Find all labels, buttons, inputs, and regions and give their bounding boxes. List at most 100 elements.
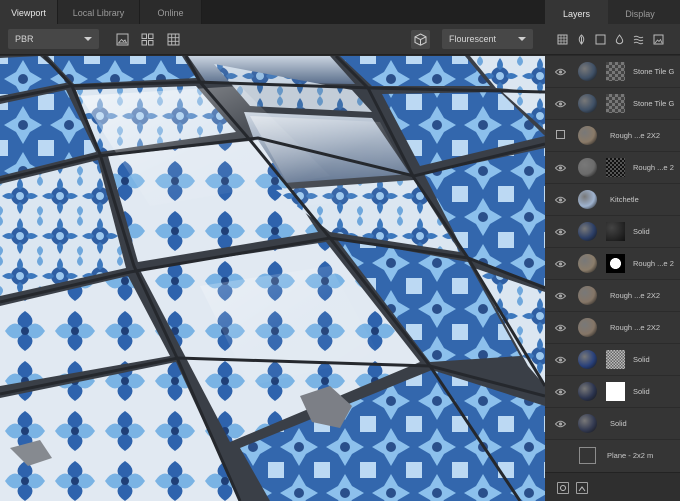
layer-name: Kitchetle — [610, 195, 639, 204]
layer-material-thumbnail — [578, 222, 597, 241]
visibility-toggle[interactable] — [555, 355, 566, 365]
eye-icon — [555, 228, 566, 236]
visibility-toggle[interactable] — [555, 387, 566, 397]
layer-material-thumbnail — [578, 190, 597, 209]
layer-name: Solid — [633, 387, 650, 396]
eye-icon — [555, 324, 566, 332]
layer-name: Solid — [633, 227, 650, 236]
layer-material-thumbnail — [578, 286, 597, 305]
layers-footer — [545, 472, 680, 501]
visibility-toggle[interactable] — [555, 259, 566, 269]
environment-value: Flourescent — [449, 34, 497, 44]
eye-icon — [555, 196, 566, 204]
layer-row[interactable]: Stone Tile G — [545, 88, 680, 120]
layer-row[interactable]: Solid — [545, 408, 680, 440]
visibility-toggle[interactable] — [555, 163, 566, 173]
layer-mask-button[interactable] — [576, 482, 588, 494]
layer-row[interactable]: Solid — [545, 216, 680, 248]
eye-icon — [555, 100, 566, 108]
layer-row[interactable]: Rough ...e 2X2 — [545, 280, 680, 312]
plane-object-row[interactable]: Plane - 2x2 m — [545, 440, 680, 472]
cube-icon — [414, 33, 427, 46]
eye-icon — [555, 260, 566, 268]
add-texture-layer-button[interactable] — [557, 34, 568, 45]
tile-floor-render — [0, 56, 545, 501]
add-material-layer-button[interactable] — [576, 34, 587, 45]
layer-row[interactable]: Stone Tile G — [545, 56, 680, 88]
layer-name: Stone Tile G — [633, 99, 675, 108]
main-tab-bar: Viewport Local Library Online — [0, 0, 545, 24]
layer-mask-thumbnail[interactable] — [606, 158, 625, 177]
layer-mask-thumbnail[interactable] — [606, 94, 625, 113]
visibility-checkbox[interactable] — [556, 130, 565, 139]
tab-online[interactable]: Online — [140, 0, 202, 24]
layer-row[interactable]: Rough ...e 2 — [545, 248, 680, 280]
layer-mask-thumbnail[interactable] — [606, 62, 625, 81]
visibility-toggle[interactable] — [555, 227, 566, 237]
shading-mode-value: PBR — [15, 34, 34, 44]
layer-mask-thumbnail[interactable] — [606, 254, 625, 273]
waves-icon — [633, 35, 644, 45]
leaf-icon — [578, 34, 585, 45]
visibility-toggle[interactable] — [555, 419, 566, 429]
tab-display[interactable]: Display — [608, 0, 672, 24]
square-icon — [595, 34, 606, 45]
add-noise-layer-button[interactable] — [633, 34, 644, 45]
layer-material-thumbnail — [578, 62, 597, 81]
layer-material-thumbnail — [578, 318, 597, 337]
visibility-toggle[interactable] — [555, 323, 566, 333]
add-layer-button[interactable] — [557, 482, 569, 494]
environment-select[interactable]: Flourescent — [442, 29, 533, 49]
layer-mask-thumbnail[interactable] — [606, 350, 625, 369]
3d-viewport[interactable] — [0, 56, 545, 501]
layer-row[interactable]: Rough ...e 2X2 — [545, 312, 680, 344]
drop-icon — [615, 34, 624, 45]
layer-row[interactable]: Kitchetle — [545, 184, 680, 216]
layer-material-thumbnail — [578, 350, 597, 369]
eye-icon — [555, 356, 566, 364]
visibility-toggle[interactable] — [555, 291, 566, 301]
layer-material-thumbnail — [578, 382, 597, 401]
layer-name: Rough ...e 2 — [633, 163, 674, 172]
chevron-down-icon — [518, 37, 526, 41]
shading-mode-select[interactable]: PBR — [8, 29, 99, 49]
layer-material-thumbnail — [578, 126, 597, 145]
visibility-toggle[interactable] — [555, 99, 566, 109]
plane-icon — [579, 447, 596, 464]
tab-viewport[interactable]: Viewport — [0, 0, 58, 24]
plane-name: Plane - 2x2 m — [607, 451, 654, 460]
cube-view-button[interactable] — [411, 30, 430, 49]
layer-row[interactable]: Rough ...e 2X2 — [545, 120, 680, 152]
layer-row[interactable]: Solid — [545, 344, 680, 376]
frame-icon — [116, 33, 129, 46]
tab-local-library[interactable]: Local Library — [58, 0, 140, 24]
layer-name: Solid — [633, 355, 650, 364]
add-solid-layer-button[interactable] — [595, 34, 606, 45]
add-fill-layer-button[interactable] — [614, 34, 625, 45]
layer-material-thumbnail — [578, 414, 597, 433]
eye-icon — [555, 420, 566, 428]
layer-row[interactable]: Rough ...e 2 — [545, 152, 680, 184]
visibility-toggle[interactable] — [555, 195, 566, 205]
frame-view-button[interactable] — [113, 30, 132, 49]
right-tab-fill — [672, 0, 680, 24]
eye-icon — [555, 164, 566, 172]
right-tab-bar: Layers Display — [545, 0, 680, 24]
eye-icon — [555, 292, 566, 300]
texture-icon — [557, 34, 568, 45]
grid-toggle-button[interactable] — [164, 30, 183, 49]
layer-name: Rough ...e 2X2 — [610, 291, 661, 300]
quad-view-icon — [141, 33, 154, 46]
layer-mask-thumbnail[interactable] — [606, 222, 625, 241]
layer-name: Stone Tile G — [633, 67, 675, 76]
layer-material-thumbnail — [578, 158, 597, 177]
visibility-toggle[interactable] — [555, 67, 566, 77]
quad-view-button[interactable] — [138, 30, 157, 49]
layer-row[interactable]: Solid — [545, 376, 680, 408]
layer-name: Rough ...e 2X2 — [610, 323, 661, 332]
layer-mask-thumbnail[interactable] — [606, 382, 625, 401]
layer-material-thumbnail — [578, 254, 597, 273]
eye-icon — [555, 68, 566, 76]
add-image-layer-button[interactable] — [653, 34, 664, 45]
tab-layers[interactable]: Layers — [545, 0, 608, 24]
